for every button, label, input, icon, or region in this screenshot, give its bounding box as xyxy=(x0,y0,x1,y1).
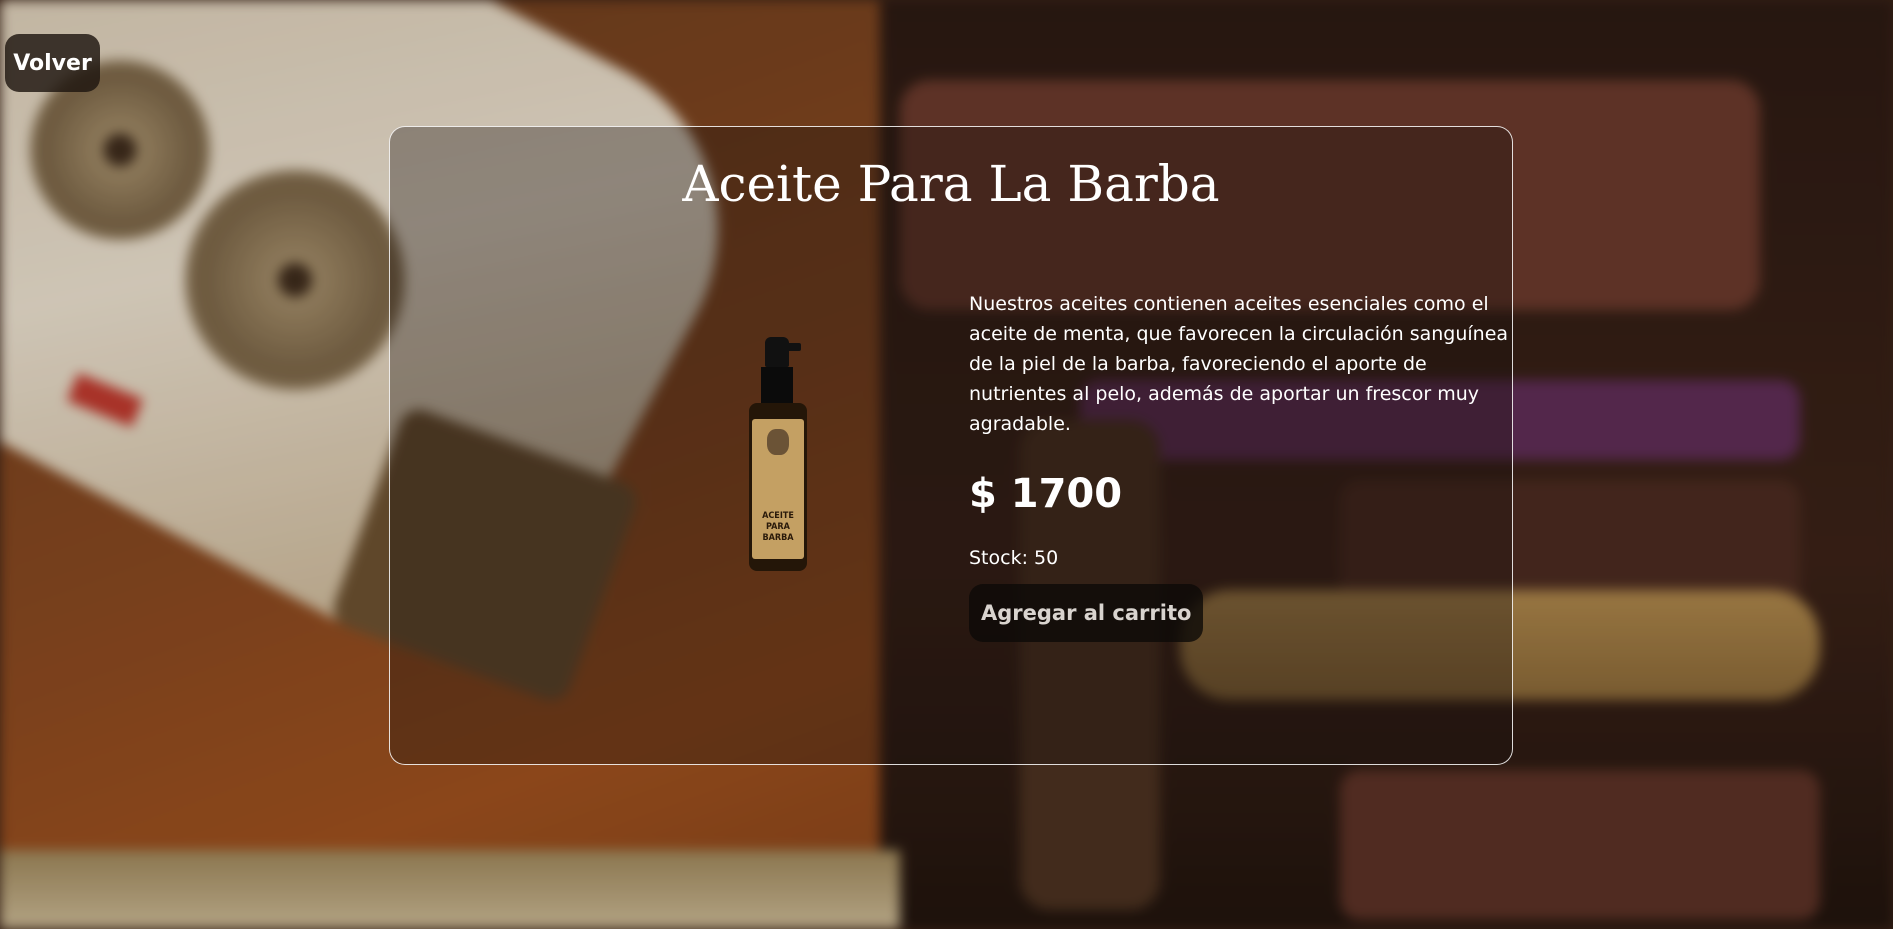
product-image: ACEITE PARA BARBA xyxy=(739,337,819,572)
back-button[interactable]: Volver xyxy=(5,34,100,92)
product-description: Nuestros aceites contienen aceites esenc… xyxy=(969,293,1509,435)
product-title: Aceite Para La Barba xyxy=(682,155,1220,213)
product-price: $ 1700 xyxy=(969,471,1123,517)
product-card: Aceite Para La Barba ACEITE PARA BARBA N… xyxy=(389,126,1513,765)
product-stock: Stock: 50 xyxy=(969,547,1059,569)
add-to-cart-button[interactable]: Agregar al carrito xyxy=(969,584,1204,642)
product-image-label-text: ACEITE PARA BARBA xyxy=(762,511,794,543)
